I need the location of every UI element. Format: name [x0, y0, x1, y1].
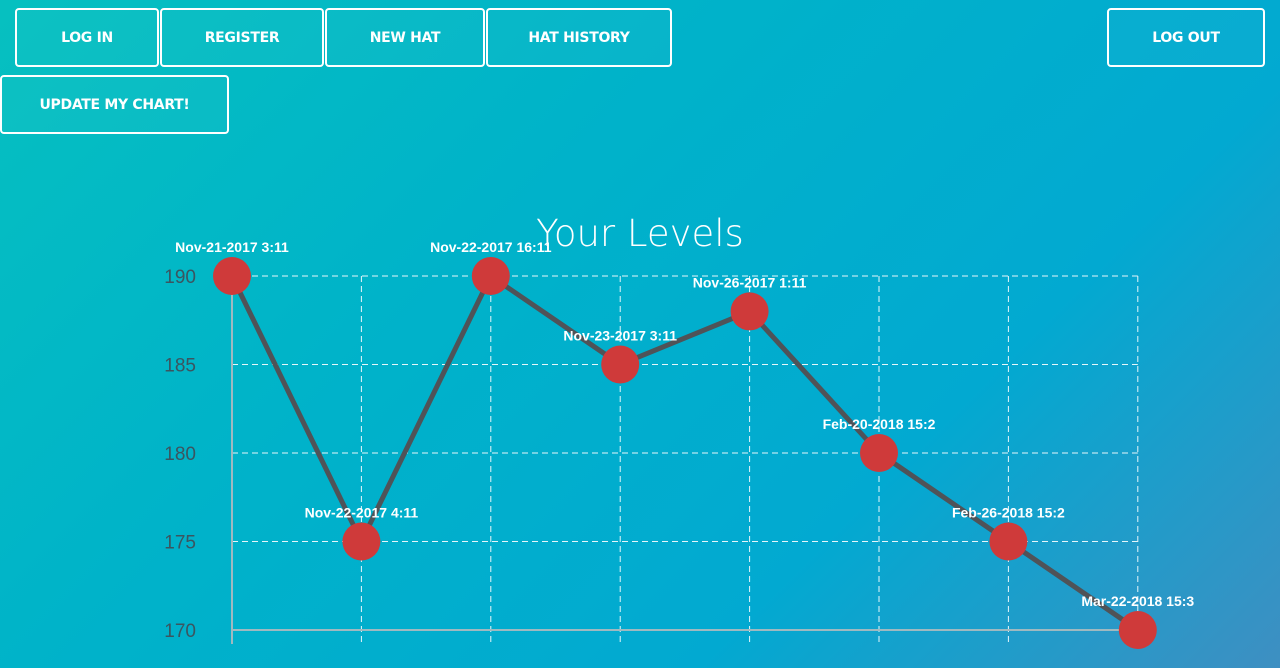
- data-label: Feb-26-2018 15:2: [952, 505, 1065, 521]
- data-point[interactable]: [342, 522, 381, 561]
- data-label: Feb-20-2018 15:2: [823, 416, 936, 432]
- data-label: Nov-23-2017 3:11: [563, 328, 677, 344]
- data-point[interactable]: [213, 257, 251, 295]
- data-label: Nov-26-2017 1:11: [693, 274, 807, 290]
- data-point[interactable]: [471, 257, 510, 295]
- data-point[interactable]: [989, 522, 1028, 561]
- data-labels: Nov-21-2017 3:11 Nov-22-2017 4:11 Nov-22-2…: [175, 239, 1194, 609]
- y-tick-label: 170: [164, 621, 196, 642]
- data-label: Nov-22-2017 16:11: [430, 239, 552, 255]
- data-point[interactable]: [860, 434, 898, 472]
- data-point[interactable]: [1118, 611, 1157, 649]
- y-tick-label: 175: [164, 533, 196, 554]
- chart-title: Your Levels: [536, 212, 744, 255]
- data-label: Nov-22-2017 4:11: [305, 505, 419, 521]
- y-tick-label: 190: [164, 267, 196, 288]
- levels-chart: Your Levels 190 185 180 175 170 Nov-21-2017 …: [164, 212, 1194, 649]
- data-point[interactable]: [601, 345, 640, 384]
- data-label: Mar-22-2018 15:3: [1081, 593, 1194, 609]
- data-point[interactable]: [730, 292, 769, 331]
- data-label: Nov-21-2017 3:11: [175, 239, 289, 255]
- chart-axes: 190 185 180 175 170: [164, 267, 1138, 644]
- y-tick-label: 185: [164, 356, 196, 377]
- y-tick-label: 180: [164, 444, 196, 465]
- chart-grid: [232, 275, 1139, 644]
